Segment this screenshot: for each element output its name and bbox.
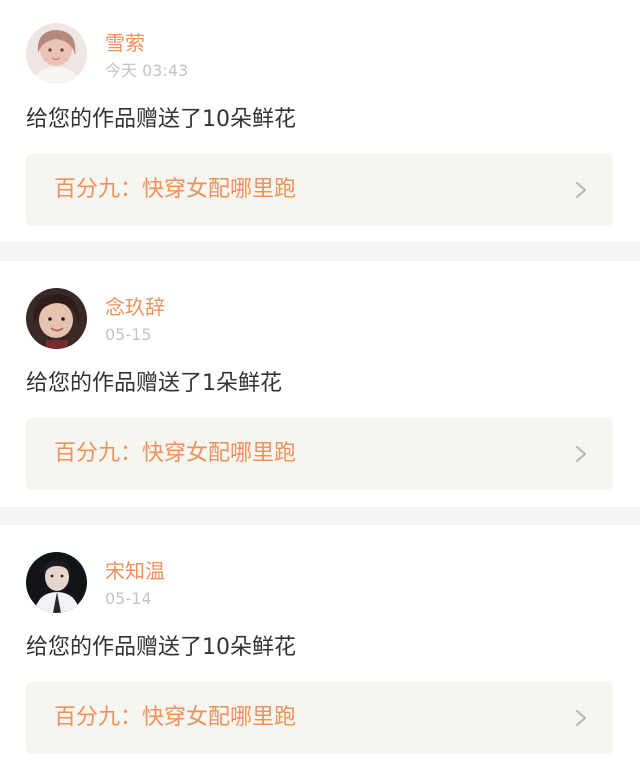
book-link[interactable]: 百分九：快穿女配哪里跑: [26, 418, 613, 490]
chevron-right-icon: [575, 709, 587, 727]
sender-name[interactable]: 雪萦: [105, 31, 145, 55]
gift-card: 念玖辞 05-15 给您的作品赠送了1朵鲜花 百分九：快穿女配哪里跑: [0, 261, 640, 507]
avatar[interactable]: [26, 288, 87, 349]
book-link[interactable]: 百分九：快穿女配哪里跑: [26, 682, 613, 754]
avatar[interactable]: [26, 23, 87, 84]
sender-name[interactable]: 念玖辞: [105, 295, 165, 319]
gift-card: 宋知温 05-14 给您的作品赠送了10朵鲜花 百分九：快穿女配哪里跑: [0, 525, 640, 772]
gift-time: 今天 03:43: [105, 61, 189, 80]
book-title: 百分九：快穿女配哪里跑: [54, 441, 297, 466]
gift-notification-list: 雪萦 今天 03:43 给您的作品赠送了10朵鲜花 百分九：快穿女配哪里跑 念玖…: [0, 0, 640, 772]
book-title: 百分九：快穿女配哪里跑: [54, 177, 297, 202]
gift-time: 05-15: [105, 325, 152, 344]
gift-time: 05-14: [105, 589, 152, 608]
gift-message: 给您的作品赠送了10朵鲜花: [26, 635, 296, 660]
chevron-right-icon: [575, 445, 587, 463]
gift-card: 雪萦 今天 03:43 给您的作品赠送了10朵鲜花 百分九：快穿女配哪里跑: [0, 0, 640, 242]
avatar[interactable]: [26, 552, 87, 613]
gift-message: 给您的作品赠送了10朵鲜花: [26, 107, 296, 132]
sender-name[interactable]: 宋知温: [105, 559, 165, 583]
book-link[interactable]: 百分九：快穿女配哪里跑: [26, 154, 613, 226]
book-title: 百分九：快穿女配哪里跑: [54, 705, 297, 730]
gift-message: 给您的作品赠送了1朵鲜花: [26, 371, 282, 396]
chevron-right-icon: [575, 181, 587, 199]
